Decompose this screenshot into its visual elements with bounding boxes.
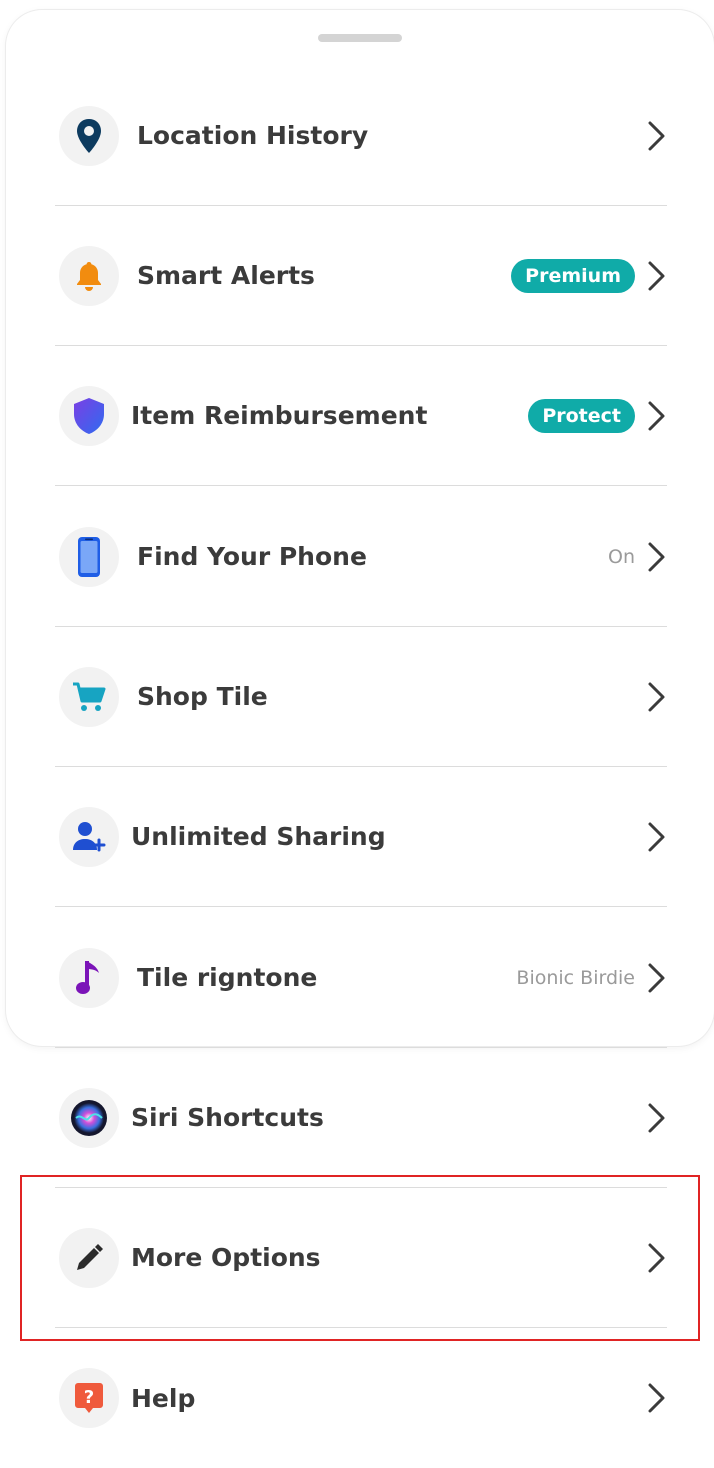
chevron-right-icon bbox=[648, 542, 665, 571]
music-note-icon bbox=[59, 947, 119, 1008]
chevron-right-icon bbox=[648, 1103, 665, 1132]
pencil-icon bbox=[59, 1227, 119, 1288]
menu-item-unlimited-sharing[interactable]: Unlimited Sharing bbox=[55, 767, 667, 907]
premium-badge: Premium bbox=[511, 258, 635, 293]
menu-item-find-your-phone[interactable]: Find Your Phone On bbox=[55, 487, 667, 627]
menu-item-label: Shop Tile bbox=[137, 682, 268, 711]
chevron-right-icon bbox=[648, 401, 665, 430]
phone-icon bbox=[59, 526, 119, 587]
chevron-right-icon bbox=[648, 261, 665, 290]
location-pin-icon bbox=[59, 105, 119, 166]
menu-item-tile-ringtone[interactable]: Tile rigntone Bionic Birdie bbox=[55, 908, 667, 1048]
chevron-right-icon bbox=[648, 963, 665, 992]
menu-item-label: More Options bbox=[131, 1243, 321, 1272]
chevron-right-icon bbox=[648, 822, 665, 851]
ringtone-value: Bionic Birdie bbox=[516, 966, 635, 989]
cart-icon bbox=[59, 666, 119, 727]
menu-item-label: Unlimited Sharing bbox=[131, 822, 386, 851]
chevron-right-icon bbox=[648, 1383, 665, 1413]
menu-item-more-options[interactable]: More Options bbox=[55, 1188, 667, 1328]
siri-icon bbox=[59, 1087, 119, 1148]
menu-item-location-history[interactable]: Location History bbox=[55, 66, 667, 206]
menu-item-label: Item Reimbursement bbox=[131, 401, 428, 430]
bell-icon bbox=[59, 245, 119, 306]
chevron-right-icon bbox=[648, 1243, 665, 1272]
menu-item-label: Tile rigntone bbox=[137, 963, 318, 992]
chevron-right-icon bbox=[648, 121, 665, 150]
menu-item-label: Smart Alerts bbox=[137, 261, 315, 290]
add-user-icon bbox=[59, 806, 119, 867]
chevron-right-icon bbox=[648, 682, 665, 711]
menu-item-item-reimbursement[interactable]: Item Reimbursement Protect bbox=[55, 346, 667, 486]
protect-badge: Protect bbox=[528, 398, 635, 433]
menu-item-siri-shortcuts[interactable]: Siri Shortcuts bbox=[55, 1048, 667, 1188]
sheet-grabber[interactable] bbox=[318, 34, 402, 42]
menu-item-help[interactable]: ? Help bbox=[55, 1328, 667, 1468]
find-phone-status: On bbox=[608, 545, 635, 568]
menu-item-label: Siri Shortcuts bbox=[131, 1103, 324, 1132]
menu-item-label: Help bbox=[131, 1383, 196, 1413]
menu-item-label: Find Your Phone bbox=[137, 542, 367, 571]
shield-icon bbox=[59, 385, 119, 446]
menu-item-shop-tile[interactable]: Shop Tile bbox=[55, 627, 667, 767]
menu-item-label: Location History bbox=[137, 121, 369, 150]
help-icon: ? bbox=[59, 1368, 119, 1428]
menu-item-smart-alerts[interactable]: Smart Alerts Premium bbox=[55, 206, 667, 346]
svg-text:?: ? bbox=[84, 1387, 94, 1408]
